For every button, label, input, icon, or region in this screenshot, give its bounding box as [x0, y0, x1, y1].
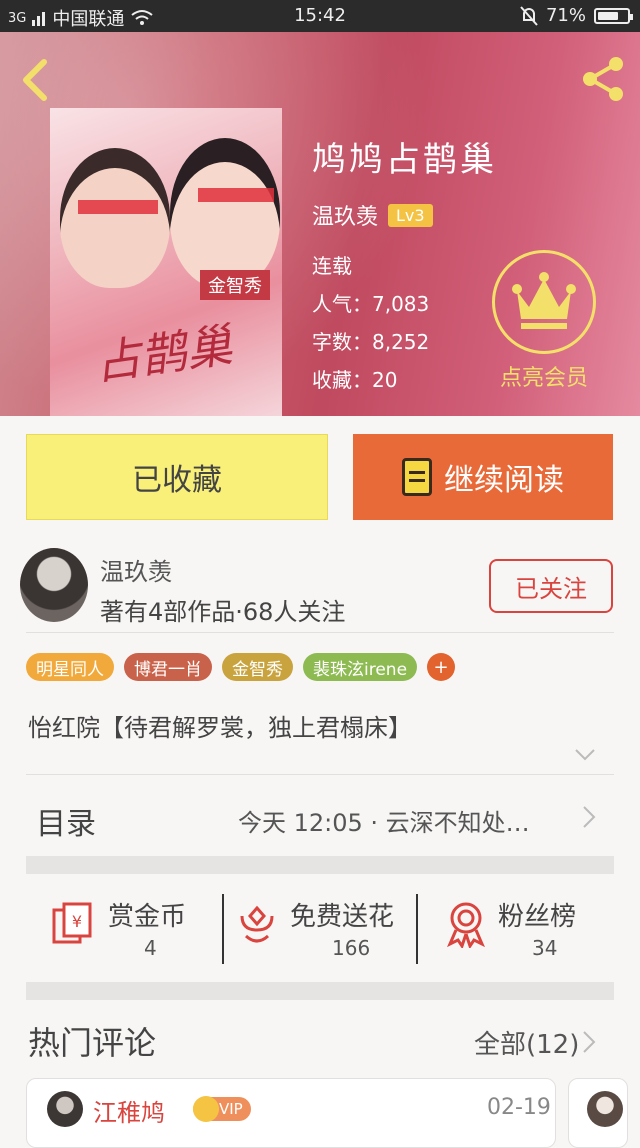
tag-pill[interactable]: 裴珠泫irene	[303, 653, 418, 681]
stat-label: 赏金币	[108, 902, 187, 932]
vip-crown-button[interactable]	[492, 250, 596, 354]
reward-stats: ¥ 赏金币 4 免费送花 166 粉丝榜 34	[26, 876, 614, 980]
vip-badge: VIP	[193, 1096, 251, 1122]
crown-icon	[512, 272, 576, 329]
commenter-avatar[interactable]	[587, 1091, 623, 1127]
reward-coins[interactable]: ¥ 赏金币 4	[26, 876, 222, 980]
continue-reading-button[interactable]: 继续阅读	[353, 434, 613, 520]
tag-pill[interactable]: 明星同人	[26, 653, 114, 681]
more-tags-button[interactable]: +	[427, 653, 456, 681]
chevron-right-icon	[583, 806, 596, 828]
book-cover[interactable]: 金智秀 占鹊巢	[50, 108, 282, 416]
all-comments-link[interactable]: 全部(12)	[474, 1024, 579, 1061]
expand-chevron-icon[interactable]	[574, 748, 596, 762]
section-separator	[26, 856, 614, 874]
vip-label[interactable]: 点亮会员	[480, 360, 608, 392]
stat-value: 4	[144, 936, 157, 960]
book-favorites: 收藏：20	[312, 368, 398, 392]
tag-pill[interactable]: 博君一肖	[124, 653, 212, 681]
medal-icon	[447, 902, 485, 948]
comment-date: 02-19	[487, 1095, 551, 1120]
book-status: 连载	[312, 254, 352, 278]
commenter-name[interactable]: 江稚鸠	[93, 1093, 165, 1128]
latest-chapter: 今天 12:05 · 云深不知处…	[238, 809, 530, 837]
continue-reading-label: 继续阅读	[444, 463, 564, 498]
stat-value: 166	[332, 936, 371, 960]
free-flowers[interactable]: 免费送花 166	[224, 876, 416, 980]
svg-text:¥: ¥	[72, 912, 82, 931]
book-info: 鸠鸠占鹊巢 温玖羡 Lv3 连载 人气：7,083 字数：8,252 收藏：20	[312, 132, 497, 399]
author-name[interactable]: 温玖羡	[100, 552, 172, 587]
flower-icon	[240, 905, 274, 943]
book-meta: 连载 人气：7,083 字数：8,252 收藏：20	[312, 247, 497, 399]
book-intro[interactable]: 怡红院【待君解罗裳，独上君榻床】	[28, 708, 412, 743]
cover-tag: 金智秀	[200, 270, 270, 300]
tag-pill[interactable]: 金智秀	[222, 653, 293, 681]
author-level-badge: Lv3	[388, 203, 433, 227]
follow-button[interactable]: 已关注	[489, 559, 613, 613]
cover-title-art: 占鹊巢	[91, 317, 236, 391]
author-stats: 著有4部作品·68人关注	[100, 598, 346, 626]
cover-figure-right	[170, 138, 280, 288]
hot-comments-title: 热门评论	[28, 1024, 157, 1062]
book-author-row: 温玖羡 Lv3	[312, 199, 497, 231]
table-of-contents-row[interactable]: 目录 今天 12:05 · 云深不知处…	[0, 775, 640, 855]
book-header: 金智秀 占鹊巢 鸠鸠占鹊巢 温玖羡 Lv3 连载 人气：7,083 字数：8,2…	[0, 32, 640, 416]
crown-icon	[193, 1096, 219, 1122]
book-icon	[402, 458, 432, 496]
status-bar: 3G 中国联通 15:42 71%	[0, 0, 640, 32]
battery-percent: 71%	[545, 5, 586, 26]
toc-label: 目录	[36, 807, 96, 842]
book-author[interactable]: 温玖羡	[312, 199, 378, 231]
stat-label: 免费送花	[290, 902, 395, 932]
cover-eye-band-right	[198, 188, 274, 202]
stat-value: 34	[532, 936, 558, 960]
battery-icon	[594, 7, 633, 24]
cover-figure-left	[60, 148, 170, 288]
favorited-button[interactable]: 已收藏	[26, 434, 328, 520]
status-right: 71%	[520, 5, 633, 26]
section-separator	[26, 982, 614, 1000]
book-title: 鸠鸠占鹊巢	[312, 140, 497, 180]
cover-eye-band-left	[78, 200, 158, 214]
divider	[26, 632, 614, 633]
book-popularity: 人气：7,083	[312, 292, 430, 316]
author-block[interactable]: 温玖羡 著有4部作品·68人关注 已关注	[0, 540, 640, 632]
chevron-right-icon[interactable]	[582, 1030, 596, 1054]
commenter-avatar[interactable]	[47, 1091, 83, 1127]
share-icon[interactable]	[578, 54, 628, 104]
red-envelope-icon: ¥	[52, 902, 92, 944]
back-icon[interactable]	[16, 56, 56, 104]
stat-label: 粉丝榜	[498, 902, 577, 932]
mute-bell-icon	[520, 5, 538, 26]
book-word-count: 字数：8,252	[312, 330, 430, 354]
hot-comments-header: 热门评论 全部(12)	[0, 1000, 640, 1074]
tag-list: 明星同人 博君一肖 金智秀 裴珠泫irene +	[26, 653, 456, 681]
battery-fill	[598, 11, 618, 20]
fan-ranking[interactable]: 粉丝榜 34	[418, 876, 614, 980]
author-avatar[interactable]	[20, 548, 88, 622]
